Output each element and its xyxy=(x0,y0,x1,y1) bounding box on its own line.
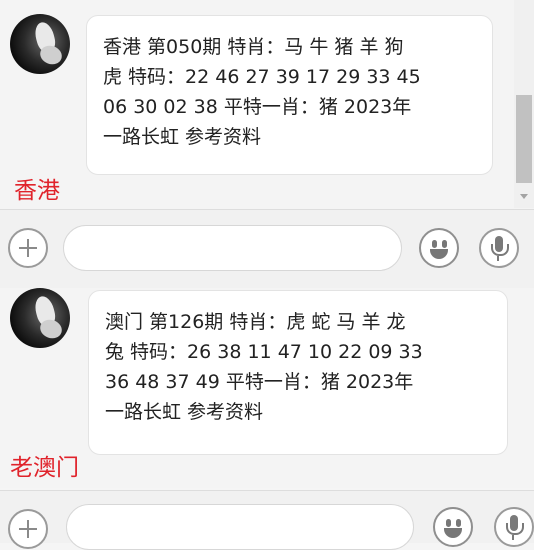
microphone-icon[interactable] xyxy=(494,507,534,547)
emoji-eye-right xyxy=(442,240,447,248)
input-bar xyxy=(0,490,534,550)
mic-stem xyxy=(497,256,499,261)
emoji-eye-left xyxy=(432,240,437,248)
scrollbar-thumb[interactable] xyxy=(516,95,532,183)
emoji-eye-left xyxy=(446,519,451,527)
avatar[interactable] xyxy=(10,14,70,74)
emoji-mouth xyxy=(444,528,462,538)
region-label: 香港 xyxy=(14,178,60,204)
message-input[interactable] xyxy=(63,225,402,271)
message-bubble: 香港 第050期 特肖：马 牛 猪 羊 狗 虎 特码：22 46 27 39 1… xyxy=(86,15,493,175)
mic-cup xyxy=(491,244,509,256)
input-bar xyxy=(0,209,534,288)
chat-panel-hongkong: 香港 第050期 特肖：马 牛 猪 羊 狗 虎 特码：22 46 27 39 1… xyxy=(0,0,534,210)
emoji-icon[interactable] xyxy=(433,507,473,547)
chat-panel-macau: 澳门 第126期 特肖：虎 蛇 马 羊 龙 兔 特码：26 38 11 47 1… xyxy=(0,288,534,488)
mic-stem xyxy=(512,535,514,540)
message-input[interactable] xyxy=(66,504,414,550)
plus-icon[interactable] xyxy=(8,228,48,268)
mic-cup xyxy=(506,523,524,535)
plus-icon[interactable] xyxy=(8,509,48,549)
avatar[interactable] xyxy=(10,288,70,348)
region-label: 老澳门 xyxy=(10,455,79,481)
emoji-icon[interactable] xyxy=(419,228,459,268)
scroll-down-arrow-icon[interactable] xyxy=(520,194,528,199)
microphone-icon[interactable] xyxy=(479,228,519,268)
emoji-eye-right xyxy=(456,519,461,527)
message-bubble: 澳门 第126期 特肖：虎 蛇 马 羊 龙 兔 特码：26 38 11 47 1… xyxy=(88,290,508,455)
emoji-mouth xyxy=(430,249,448,259)
